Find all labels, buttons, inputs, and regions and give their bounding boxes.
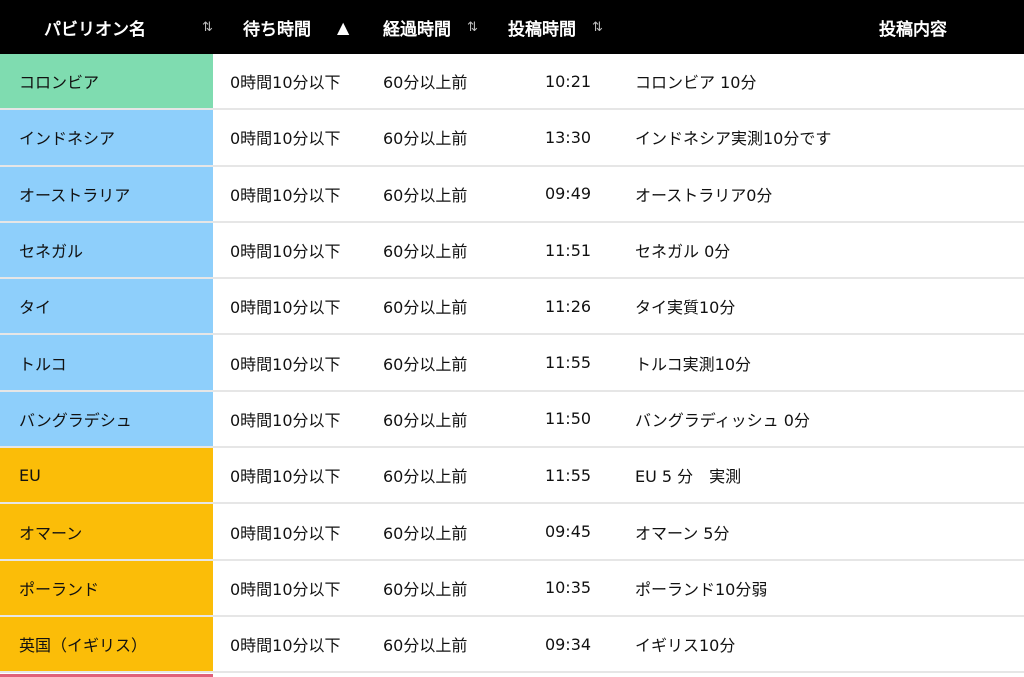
wait-time-cell: 0時間10分以下	[230, 242, 341, 262]
wait-time-cell: 0時間10分以下	[230, 354, 341, 374]
table-row[interactable]: トルコ 0時間10分以下 60分以上前 11:55 トルコ実測10分	[0, 335, 1024, 392]
wait-time-cell: 0時間10分以下	[230, 410, 341, 430]
wait-time-cell: 0時間10分以下	[230, 636, 341, 656]
elapsed-time-cell: 60分以上前	[383, 636, 468, 656]
wait-time-cell: 0時間10分以下	[230, 185, 341, 205]
posted-time-cell: 09:45	[544, 522, 592, 542]
table-row[interactable]: EU 0時間10分以下 60分以上前 11:55 EU 5 分 実測	[0, 448, 1024, 505]
column-header-post-content: 投稿内容	[618, 0, 1024, 54]
posted-time-cell: 10:35	[544, 578, 592, 598]
table-row[interactable]: オマーン 0時間10分以下 60分以上前 09:45 オマーン 5分	[0, 504, 1024, 561]
table-row[interactable]: バングラデシュ 0時間10分以下 60分以上前 11:50 バングラディッシュ 0分	[0, 391, 1024, 449]
column-header-wait-time-label: 待ち時間	[243, 19, 311, 40]
column-header-wait-time[interactable]: 待ち時間 ▲	[213, 0, 368, 54]
posted-time-cell: 09:49	[544, 184, 592, 204]
elapsed-time-cell: 60分以上前	[383, 410, 468, 430]
post-content-cell: ポーランド10分弱	[635, 579, 768, 599]
column-header-pavilion-name[interactable]: パビリオン名 ⇅	[0, 0, 213, 54]
elapsed-time-cell: 60分以上前	[383, 354, 468, 374]
pavilion-name-cell: EU	[0, 448, 213, 503]
column-header-posted-time[interactable]: 投稿時間 ⇅	[488, 0, 618, 54]
post-content-cell: イギリス10分	[635, 636, 736, 656]
sort-toggle-icon[interactable]: ⇅	[592, 20, 603, 35]
pavilion-wait-table: パビリオン名 ⇅ 待ち時間 ▲ 経過時間 ⇅ 投稿時間 ⇅ 投稿内容 コロンビア…	[0, 0, 1024, 677]
sort-ascending-icon[interactable]: ▲	[337, 18, 349, 37]
elapsed-time-cell: 60分以上前	[383, 523, 468, 543]
posted-time-cell: 11:50	[544, 409, 592, 429]
elapsed-time-cell: 60分以上前	[383, 298, 468, 318]
pavilion-name-cell: バングラデシュ	[0, 391, 213, 447]
elapsed-time-cell: 60分以上前	[383, 73, 468, 93]
table-row[interactable]: インドネシア 0時間10分以下 60分以上前 13:30 インドネシア実測10分です	[0, 110, 1024, 167]
elapsed-time-cell: 60分以上前	[383, 129, 468, 149]
pavilion-name-cell: セネガル	[0, 222, 213, 278]
posted-time-cell: 13:30	[544, 127, 592, 147]
post-content-cell: EU 5 分 実測	[635, 467, 742, 487]
wait-time-cell: 0時間10分以下	[230, 523, 341, 543]
pavilion-name-cell: オマーン	[0, 504, 213, 559]
pavilion-name-cell: タイ	[0, 279, 213, 334]
table-header: パビリオン名 ⇅ 待ち時間 ▲ 経過時間 ⇅ 投稿時間 ⇅ 投稿内容	[0, 0, 1024, 54]
table-row[interactable]: コロンビア 0時間10分以下 60分以上前 10:21 コロンビア 10分	[0, 54, 1024, 111]
post-content-cell: インドネシア実測10分です	[635, 129, 832, 149]
column-header-pavilion-name-label: パビリオン名	[44, 19, 146, 40]
elapsed-time-cell: 60分以上前	[383, 185, 468, 205]
post-content-cell: タイ実質10分	[635, 298, 736, 318]
posted-time-cell: 11:55	[544, 353, 592, 373]
post-content-cell: トルコ実測10分	[635, 354, 752, 374]
elapsed-time-cell: 60分以上前	[383, 242, 468, 262]
post-content-cell: オマーン 5分	[635, 523, 730, 543]
post-content-cell: セネガル 0分	[635, 242, 731, 262]
column-header-posted-time-label: 投稿時間	[508, 19, 576, 40]
pavilion-name-cell: トルコ	[0, 335, 213, 390]
wait-time-cell: 0時間10分以下	[230, 73, 341, 93]
table-row[interactable]: ポーランド 0時間10分以下 60分以上前 10:35 ポーランド10分弱	[0, 560, 1024, 617]
posted-time-cell: 11:26	[544, 296, 592, 316]
table-body: コロンビア 0時間10分以下 60分以上前 10:21 コロンビア 10分インドネシア 0…	[0, 54, 1024, 674]
posted-time-cell: 11:51	[544, 240, 592, 260]
posted-time-cell: 11:55	[544, 465, 592, 485]
table-row[interactable]: オーストラリア 0時間10分以下 60分以上前 09:49 オーストラリア0分	[0, 166, 1024, 223]
post-content-cell: コロンビア 10分	[635, 73, 757, 93]
pavilion-name-cell: コロンビア	[0, 54, 213, 109]
table-row[interactable]: セネガル 0時間10分以下 60分以上前 11:51 セネガル 0分	[0, 222, 1024, 280]
pavilion-name-cell: ポーランド	[0, 560, 213, 615]
posted-time-cell: 10:21	[544, 71, 592, 91]
wait-time-cell: 0時間10分以下	[230, 298, 341, 318]
wait-time-cell: 0時間10分以下	[230, 129, 341, 149]
elapsed-time-cell: 60分以上前	[383, 579, 468, 599]
sort-toggle-icon[interactable]: ⇅	[202, 20, 213, 35]
table-row[interactable]: 英国（イギリス） 0時間10分以下 60分以上前 09:34 イギリス10分	[0, 616, 1024, 674]
elapsed-time-cell: 60分以上前	[383, 467, 468, 487]
sort-toggle-icon[interactable]: ⇅	[467, 20, 478, 35]
posted-time-cell: 09:34	[544, 634, 592, 654]
column-header-elapsed-time[interactable]: 経過時間 ⇅	[368, 0, 488, 54]
pavilion-name-cell: インドネシア	[0, 110, 213, 165]
post-content-cell: バングラディッシュ 0分	[635, 410, 810, 430]
wait-time-cell: 0時間10分以下	[230, 467, 341, 487]
pavilion-name-cell: オーストラリア	[0, 166, 213, 221]
wait-time-cell: 0時間10分以下	[230, 579, 341, 599]
table-row[interactable]: タイ 0時間10分以下 60分以上前 11:26 タイ実質10分	[0, 279, 1024, 336]
post-content-cell: オーストラリア0分	[635, 185, 773, 205]
column-header-elapsed-time-label: 経過時間	[383, 19, 451, 40]
pavilion-name-cell: 英国（イギリス）	[0, 616, 213, 672]
column-header-post-content-label: 投稿内容	[879, 19, 947, 40]
